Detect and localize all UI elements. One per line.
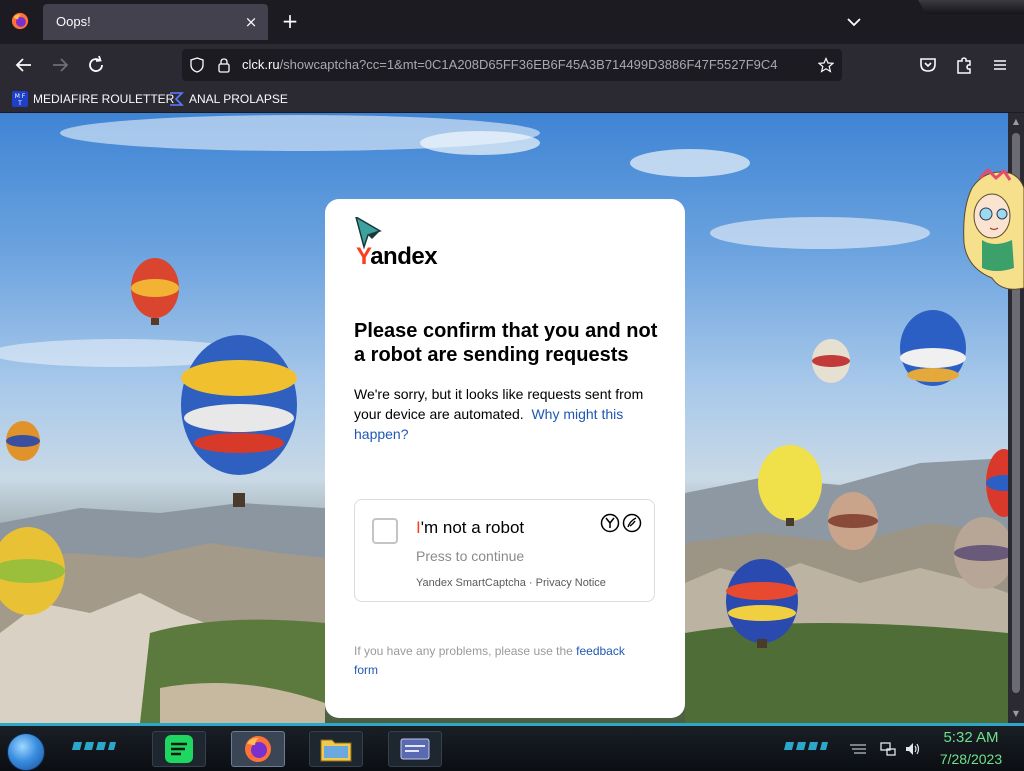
tab-bar: Oops! × + bbox=[0, 0, 1024, 45]
balloon bbox=[812, 339, 850, 383]
taskbar-firefox[interactable] bbox=[231, 731, 285, 767]
tab-oops[interactable]: Oops! × bbox=[43, 4, 268, 40]
balloon bbox=[131, 258, 179, 325]
url-bar[interactable]: clck.ru/showcaptcha?cc=1&mt=0C1A208D65FF… bbox=[182, 49, 842, 81]
new-tab-button[interactable]: + bbox=[280, 11, 300, 31]
feedback-note: If you have any problems, please use the… bbox=[354, 642, 644, 680]
spotify-icon bbox=[165, 735, 193, 763]
balloon bbox=[828, 492, 878, 550]
desktop-character-sticker bbox=[963, 168, 1024, 290]
extensions-icon[interactable] bbox=[952, 53, 976, 77]
firefox-icon bbox=[245, 736, 271, 762]
volume-icon[interactable] bbox=[904, 741, 920, 757]
window-app-icon bbox=[400, 738, 430, 760]
chevron-down-icon[interactable] bbox=[844, 12, 864, 32]
lock-icon[interactable] bbox=[216, 57, 232, 73]
svg-text:T: T bbox=[17, 100, 22, 107]
nav-bar: clck.ru/showcaptcha?cc=1&mt=0C1A208D65FF… bbox=[0, 44, 1024, 86]
bookmarks-toolbar: M F T MEDIAFIRE ROULETTER ANAL PROLAPSE bbox=[0, 86, 1024, 113]
shield-icon[interactable] bbox=[189, 57, 205, 73]
bookmark-sigma[interactable]: ANAL PROLAPSE bbox=[168, 90, 288, 108]
url-text[interactable]: clck.ru/showcaptcha?cc=1&mt=0C1A208D65FF… bbox=[242, 57, 812, 72]
svg-text:M F: M F bbox=[15, 93, 26, 100]
pocket-icon[interactable] bbox=[916, 53, 940, 77]
tab-title: Oops! bbox=[56, 14, 91, 29]
page-title: Please confirm that you and not a robot … bbox=[354, 320, 658, 366]
back-icon[interactable] bbox=[12, 53, 36, 77]
wordmark-y: Y bbox=[356, 243, 371, 270]
bookmark-label: MEDIAFIRE ROULETTER bbox=[33, 92, 175, 106]
wordmark-rest: andex bbox=[370, 243, 438, 270]
network-icon[interactable] bbox=[880, 741, 896, 757]
taskbar-explorer[interactable] bbox=[309, 731, 363, 767]
folder-icon bbox=[320, 739, 352, 762]
close-tab-icon[interactable]: × bbox=[242, 13, 260, 31]
feedback-text: If you have any problems, please use the bbox=[354, 644, 573, 658]
forward-icon[interactable] bbox=[48, 53, 72, 77]
balloon bbox=[181, 335, 297, 507]
firefox-icon[interactable] bbox=[11, 12, 29, 30]
sigma-icon bbox=[170, 92, 184, 106]
yandex-wordmark: Yandex bbox=[356, 243, 438, 271]
captcha-audio-icons[interactable] bbox=[600, 513, 644, 533]
url-path: /showcaptcha?cc=1&mt=0C1A208D65FF36EB6F4… bbox=[279, 57, 778, 72]
start-button[interactable] bbox=[7, 733, 45, 771]
window-corner-decoration bbox=[918, 0, 1024, 14]
taskbar-spotify[interactable] bbox=[152, 731, 206, 767]
captcha-label-rest: 'm not a robot bbox=[420, 518, 525, 537]
captcha-label[interactable]: I'm not a robot bbox=[416, 518, 524, 538]
tray-lines-icon[interactable] bbox=[850, 741, 866, 757]
balloon bbox=[6, 421, 40, 461]
clock-time[interactable]: 5:32 AM bbox=[930, 729, 1012, 746]
mediafire-icon: M F T bbox=[12, 91, 28, 107]
bookmark-mediafire[interactable]: M F T MEDIAFIRE ROULETTER bbox=[12, 90, 174, 108]
page-description: We're sorry, but it looks like requests … bbox=[354, 384, 659, 444]
taskbar-app[interactable] bbox=[388, 731, 442, 767]
clock-date[interactable]: 7/28/2023 bbox=[930, 751, 1012, 767]
taskbar-decoration bbox=[784, 742, 828, 750]
not-robot-checkbox[interactable] bbox=[372, 518, 398, 544]
balloon bbox=[900, 310, 966, 386]
scroll-down-icon[interactable]: ▼ bbox=[1011, 709, 1021, 719]
bookmark-star-icon[interactable] bbox=[818, 57, 834, 73]
scroll-up-icon[interactable]: ▲ bbox=[1011, 117, 1021, 127]
captcha-card: Yandex Please confirm that you and not a… bbox=[325, 199, 685, 718]
taskbar-decoration bbox=[72, 742, 116, 750]
reload-icon[interactable] bbox=[84, 53, 108, 77]
captcha-subtitle: Press to continue bbox=[416, 548, 525, 564]
url-host: clck.ru bbox=[242, 57, 280, 72]
menu-icon[interactable] bbox=[988, 53, 1012, 77]
taskbar: 5:32 AM 7/28/2023 bbox=[0, 723, 1024, 771]
smartcaptcha-widget[interactable]: I'm not a robot Press to continue Yandex… bbox=[354, 499, 655, 602]
captcha-footer[interactable]: Yandex SmartCaptcha · Privacy Notice bbox=[416, 577, 606, 589]
bookmark-label: ANAL PROLAPSE bbox=[189, 92, 288, 106]
